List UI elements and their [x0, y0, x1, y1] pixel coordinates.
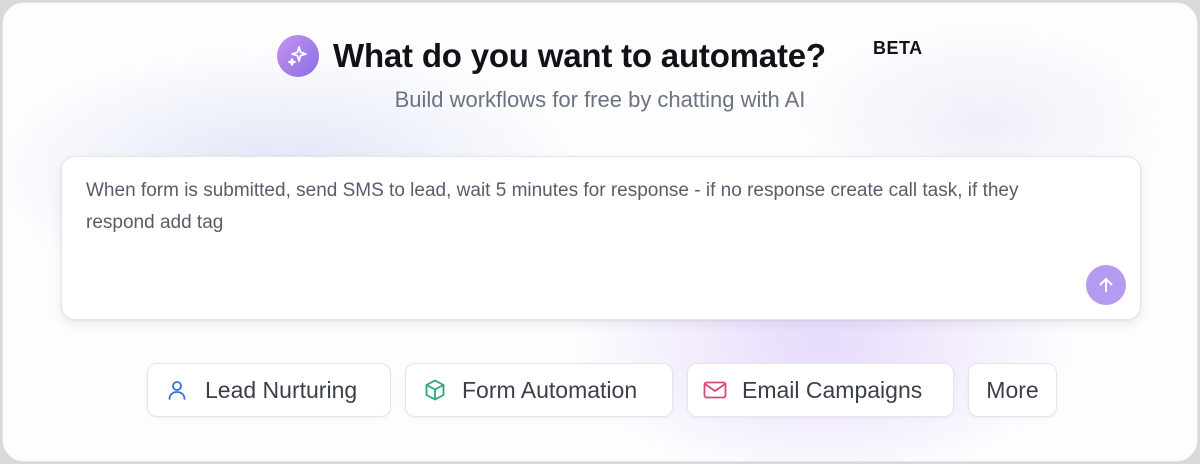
arrow-up-icon [1096, 275, 1116, 295]
user-icon [164, 377, 190, 403]
suggestion-chips: Lead Nurturing Form Automation Email Cam… [3, 363, 1197, 417]
automation-panel: What do you want to automate? BETA Build… [2, 2, 1198, 462]
cube-icon [422, 377, 448, 403]
page-title: What do you want to automate? [333, 37, 826, 74]
chip-label: Email Campaigns [742, 376, 923, 403]
beta-badge: BETA [873, 38, 923, 58]
page-subtitle: Build workflows for free by chatting wit… [394, 87, 806, 112]
chip-email-campaigns[interactable]: Email Campaigns [687, 363, 954, 417]
chip-label: Form Automation [462, 376, 638, 403]
chip-form-automation[interactable]: Form Automation [405, 363, 673, 417]
prompt-input[interactable] [86, 175, 1076, 275]
header: What do you want to automate? BETA [3, 34, 1197, 78]
chip-more[interactable]: More [968, 363, 1057, 417]
prompt-box [61, 156, 1141, 320]
chip-lead-nurturing[interactable]: Lead Nurturing [147, 363, 391, 417]
title-group: What do you want to automate? [277, 34, 826, 78]
send-button[interactable] [1086, 265, 1126, 305]
sparkle-icon [277, 35, 319, 77]
chip-label: More [986, 376, 1039, 403]
mail-icon [702, 377, 728, 403]
chip-label: Lead Nurturing [205, 376, 358, 403]
